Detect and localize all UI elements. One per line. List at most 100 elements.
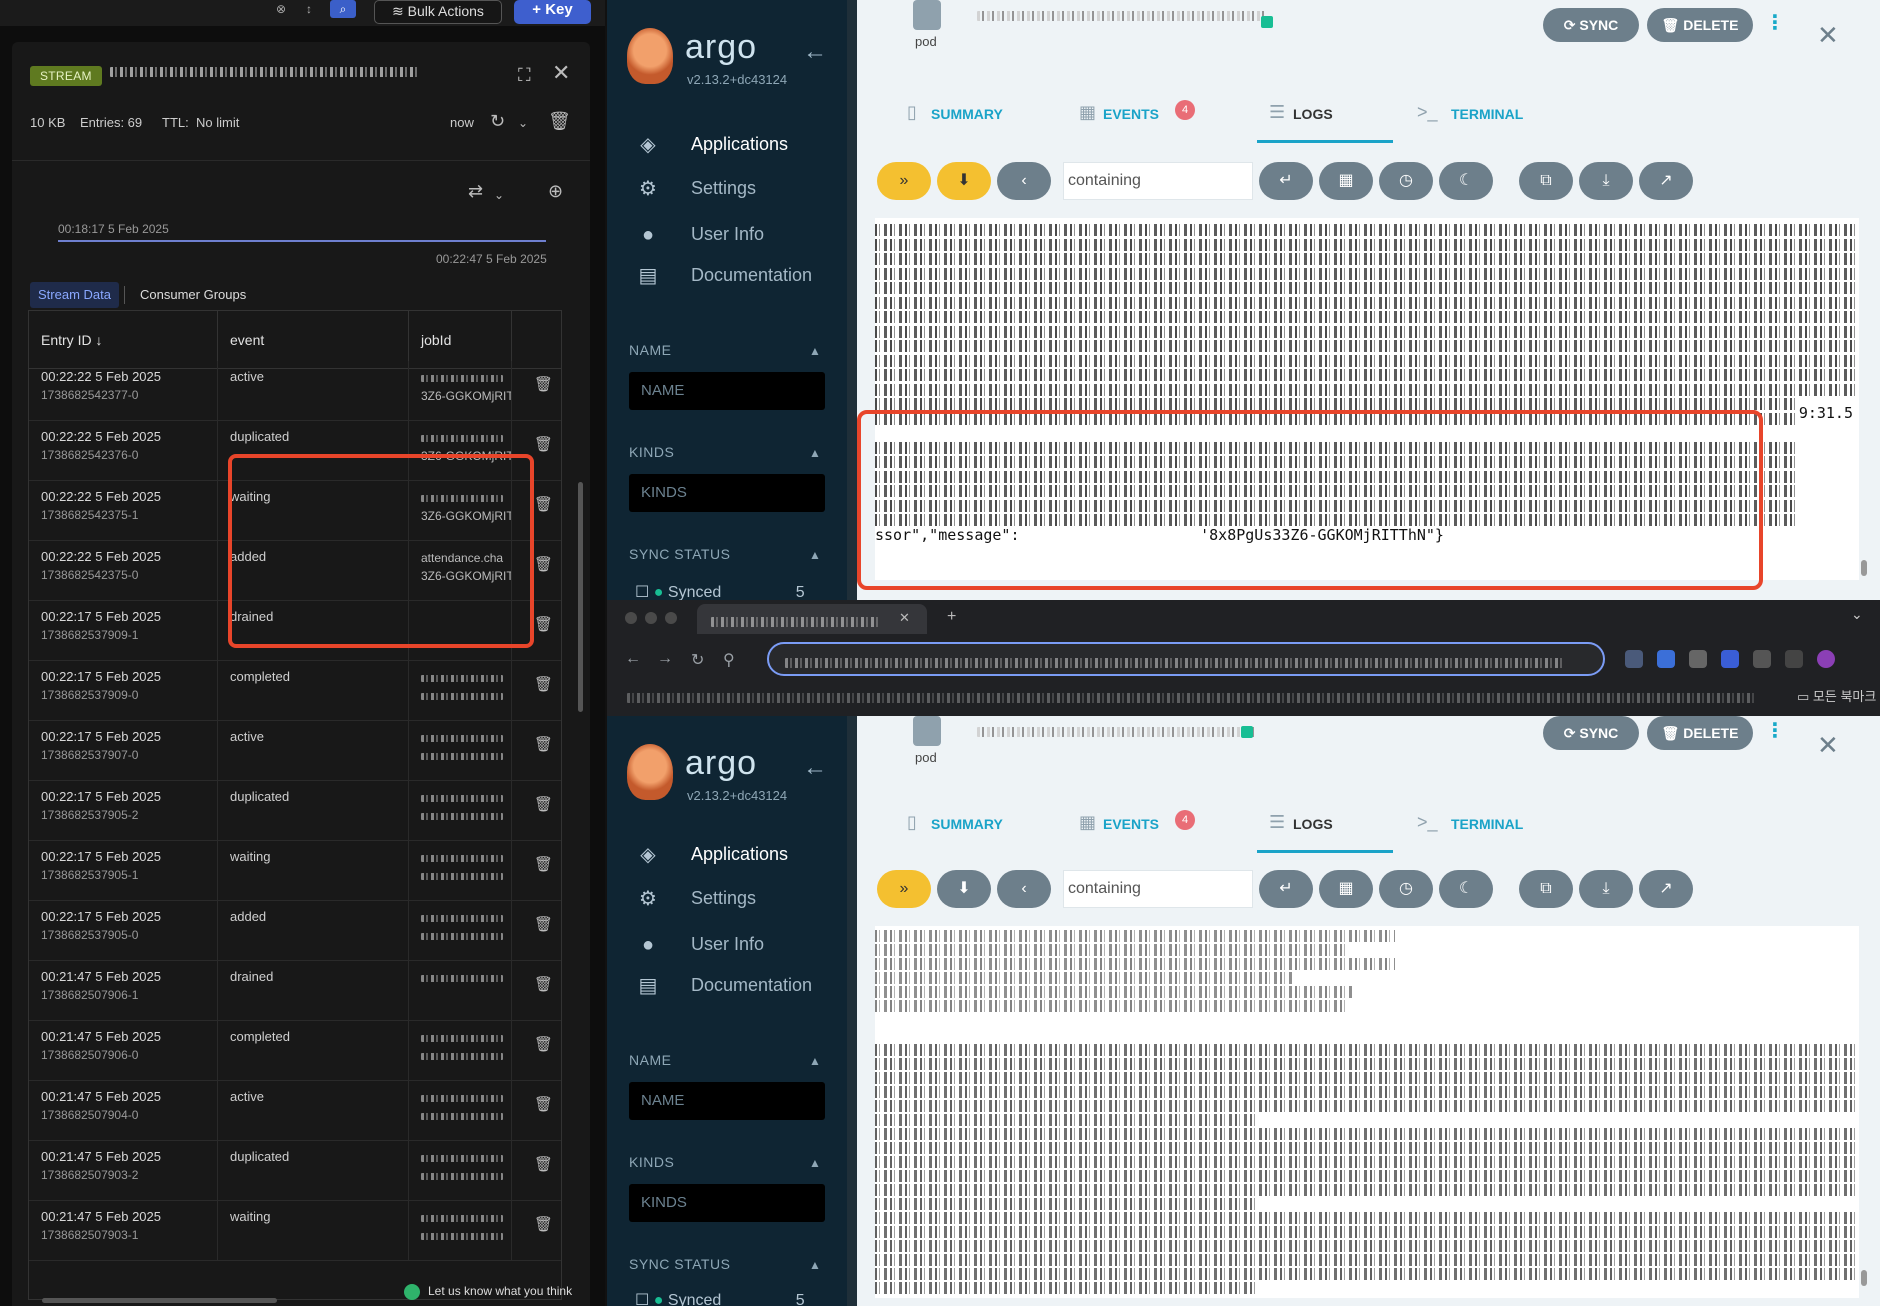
extension-icon[interactable] [1657,650,1675,668]
table-row[interactable]: 00:22:17 5 Feb 2025 1738682537905-0 added 🗑 [29,901,561,961]
kinds-filter-input[interactable]: KINDS [629,1184,825,1222]
name-filter-input[interactable]: NAME [629,1082,825,1120]
delete-entry-icon[interactable]: 🗑 [534,1035,553,1053]
wrap-lines-button[interactable]: ↵ [1259,870,1313,908]
address-bar[interactable] [767,642,1605,676]
sidebar-icon[interactable] [1785,650,1803,668]
checkbox[interactable]: ☐ [635,584,654,600]
delete-entry-icon[interactable]: 🗑 [534,375,553,393]
add-entry-icon[interactable]: ⊕ [548,182,563,200]
time-button[interactable]: ◷ [1379,870,1433,908]
follow-logs-button[interactable]: » [877,870,931,908]
delete-button[interactable]: 🗑 DELETE [1647,8,1753,42]
open-external-button[interactable]: ↗ [1639,870,1693,908]
delete-entry-icon[interactable]: 🗑 [534,855,553,873]
copy-logs-button[interactable]: ⧉ [1519,162,1573,200]
sort-icon[interactable]: ↕ [300,0,318,18]
reload-icon[interactable]: ↻ [691,650,704,670]
tab-summary[interactable]: SUMMARY [931,106,1003,122]
follow-logs-button[interactable]: » [877,162,931,200]
sync-synced-option[interactable]: ☐ ● Synced 5 [635,582,805,600]
download-logs-button[interactable]: ⬇ [937,162,991,200]
collapse-sidebar-icon[interactable]: ← [803,754,827,782]
caret-up-icon[interactable]: ▲ [809,548,821,562]
tab-stream-data[interactable]: Stream Data [30,282,119,308]
delete-entry-icon[interactable]: 🗑 [534,915,553,933]
browser-tab[interactable]: ✕ [697,604,927,634]
sync-button[interactable]: ⟳ SYNC [1543,716,1639,750]
back-icon[interactable]: ← [625,650,641,668]
close-icon[interactable]: ✕ [552,62,570,84]
tab-terminal[interactable]: TERMINAL [1451,816,1523,832]
extensions-puzzle-icon[interactable] [1753,650,1771,668]
delete-entry-icon[interactable]: 🗑 [534,795,553,813]
tab-terminal[interactable]: TERMINAL [1451,106,1523,122]
caret-up-icon[interactable]: ▲ [809,1258,821,1272]
extension-icon[interactable] [1625,650,1643,668]
table-row[interactable]: 00:22:22 5 Feb 2025 1738682542377-0 active… [29,361,561,421]
delete-entry-icon[interactable]: 🗑 [534,975,553,993]
previous-button[interactable]: ‹ [997,162,1051,200]
table-row[interactable]: 00:21:47 5 Feb 2025 1738682507903-2 duplic… [29,1141,561,1201]
close-tab-icon[interactable]: ✕ [899,610,910,626]
download-button[interactable]: ⤓ [1579,162,1633,200]
delete-entry-icon[interactable]: 🗑 [534,495,553,513]
tab-logs[interactable]: LOGS [1293,816,1333,832]
all-bookmarks-folder[interactable]: ▭ 모든 북마크 [1797,686,1876,705]
tab-events[interactable]: EVENTS [1103,816,1159,832]
time-button[interactable]: ◷ [1379,162,1433,200]
new-tab-icon[interactable]: + [947,608,956,626]
tab-events[interactable]: EVENTS [1103,106,1159,122]
table-row[interactable]: 00:22:17 5 Feb 2025 1738682537905-1 waitin… [29,841,561,901]
sync-synced-option[interactable]: ☐ ● Synced 5 [635,1290,805,1306]
swap-icon[interactable]: ⇄ [468,182,483,200]
window-close-button[interactable] [625,612,637,624]
delete-entry-icon[interactable]: 🗑 [534,735,553,753]
clear-icon[interactable]: ⊗ [272,0,290,18]
table-row[interactable]: 00:21:47 5 Feb 2025 1738682507906-1 draine… [29,961,561,1021]
table-row[interactable]: 00:22:17 5 Feb 2025 1738682537905-2 duplic… [29,781,561,841]
table-row[interactable]: 00:21:47 5 Feb 2025 1738682507906-0 comple… [29,1021,561,1081]
horizontal-scrollbar[interactable] [42,1298,277,1303]
previous-button[interactable]: ‹ [997,870,1051,908]
forward-icon[interactable]: → [657,650,673,668]
wrap-lines-button[interactable]: ↵ [1259,162,1313,200]
chevron-down-icon[interactable]: ⌄ [494,186,504,204]
site-info-icon[interactable]: ⚲ [723,650,735,670]
delete-entry-icon[interactable]: 🗑 [534,1215,553,1233]
download-button[interactable]: ⤓ [1579,870,1633,908]
refresh-icon[interactable]: ↻ [490,112,505,130]
table-row[interactable]: 00:22:17 5 Feb 2025 1738682537907-0 active… [29,721,561,781]
log-filter-input[interactable]: containing [1063,870,1253,908]
delete-entry-icon[interactable]: 🗑 [534,1095,553,1113]
caret-up-icon[interactable]: ▲ [809,1156,821,1170]
checkbox[interactable]: ☐ [635,1292,654,1306]
table-row[interactable]: 00:22:17 5 Feb 2025 1738682537909-0 comple… [29,661,561,721]
log-scrollbar[interactable] [1861,560,1867,576]
delete-entry-icon[interactable]: 🗑 [534,555,553,573]
bulk-actions-button[interactable]: ≋ Bulk Actions [374,0,502,24]
show-timestamps-button[interactable]: ▦ [1319,162,1373,200]
window-minimize-button[interactable] [645,612,657,624]
tab-summary[interactable]: SUMMARY [931,816,1003,832]
log-scrollbar[interactable] [1861,1270,1867,1286]
dark-mode-button[interactable]: ☾ [1439,870,1493,908]
more-options-icon[interactable]: ⋮ [1765,718,1785,743]
collapse-sidebar-icon[interactable]: ← [803,38,827,66]
table-row[interactable]: 00:21:47 5 Feb 2025 1738682507904-0 active… [29,1081,561,1141]
sidebar-scrollbar[interactable] [847,716,857,1306]
extension-icon[interactable] [1721,650,1739,668]
search-button[interactable]: ⌕ [330,0,356,18]
delete-entry-icon[interactable]: 🗑 [534,615,553,633]
feedback-link[interactable]: Let us know what you think [428,1284,572,1298]
dark-mode-button[interactable]: ☾ [1439,162,1493,200]
sidebar-scrollbar[interactable] [847,0,857,600]
chevron-down-icon[interactable]: ⌄ [518,114,528,132]
caret-up-icon[interactable]: ▲ [809,446,821,460]
copy-logs-button[interactable]: ⧉ [1519,870,1573,908]
tab-logs[interactable]: LOGS [1293,106,1333,122]
caret-up-icon[interactable]: ▲ [809,1054,821,1068]
caret-up-icon[interactable]: ▲ [809,344,821,358]
tab-search-icon[interactable]: ⌄ [1851,606,1863,623]
extension-icon[interactable] [1689,650,1707,668]
